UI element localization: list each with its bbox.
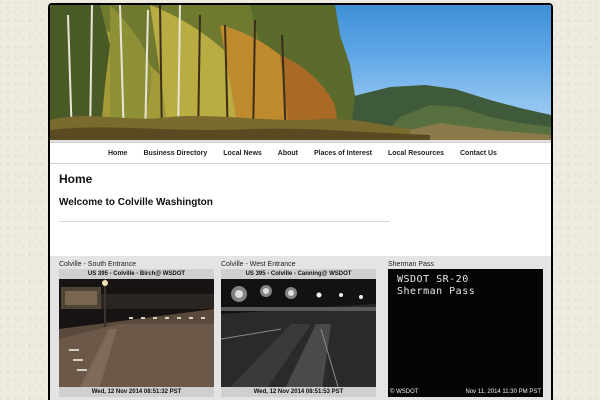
webcam-image-south[interactable]: US 395 - Colville - Birch@ WSDOT Wed, 12… xyxy=(59,269,214,397)
nav-item-contact-us[interactable]: Contact Us xyxy=(452,143,505,165)
content-divider xyxy=(59,221,390,222)
webcam-copyright: © WSDOT xyxy=(390,389,419,395)
main-navigation: Home Business Directory Local News About… xyxy=(50,142,551,164)
webcam-title: Colville - South Entrance xyxy=(59,261,137,268)
webcam-title: Colville - West Entrance xyxy=(221,261,296,268)
site-container: Home Business Directory Local News About… xyxy=(50,5,551,400)
webcam-timestamp: Wed, 12 Nov 2014 08:51:32 PST xyxy=(59,387,214,397)
header-banner-image xyxy=(50,5,551,140)
nav-item-about[interactable]: About xyxy=(270,143,306,165)
nav-item-business-directory[interactable]: Business Directory xyxy=(135,143,215,165)
page-title: Home xyxy=(59,172,93,186)
webcam-image-sherman[interactable]: WSDOT SR-20 Sherman Pass © WSDOT Nov 11,… xyxy=(388,269,543,397)
nav-item-local-resources[interactable]: Local Resources xyxy=(380,143,452,165)
webcam-timestamp: Nov 11, 2014 11:30 PM PST xyxy=(465,389,542,395)
webcam-title: Sherman Pass xyxy=(388,261,434,268)
nav-item-places-of-interest[interactable]: Places of Interest xyxy=(306,143,380,165)
main-content: Home Welcome to Colville Washington xyxy=(50,164,551,256)
webcam-panel: Colville - South Entrance US 395 - Colvi… xyxy=(50,256,551,400)
webcam-caption-top: US 395 - Colville - Canning@ WSDOT xyxy=(221,269,376,279)
nav-item-local-news[interactable]: Local News xyxy=(215,143,270,165)
webcam-caption-top: US 395 - Colville - Birch@ WSDOT xyxy=(59,269,214,279)
webcam-overlay-line1: WSDOT SR-20 xyxy=(397,274,469,285)
webcam-image-west[interactable]: US 395 - Colville - Canning@ WSDOT Wed, … xyxy=(221,269,376,397)
webcam-overlay-line2: Sherman Pass xyxy=(397,286,476,297)
webcam-timestamp: Wed, 12 Nov 2014 08:51:53 PST xyxy=(221,387,376,397)
nav-item-home[interactable]: Home xyxy=(100,143,135,165)
welcome-heading: Welcome to Colville Washington xyxy=(59,197,213,208)
